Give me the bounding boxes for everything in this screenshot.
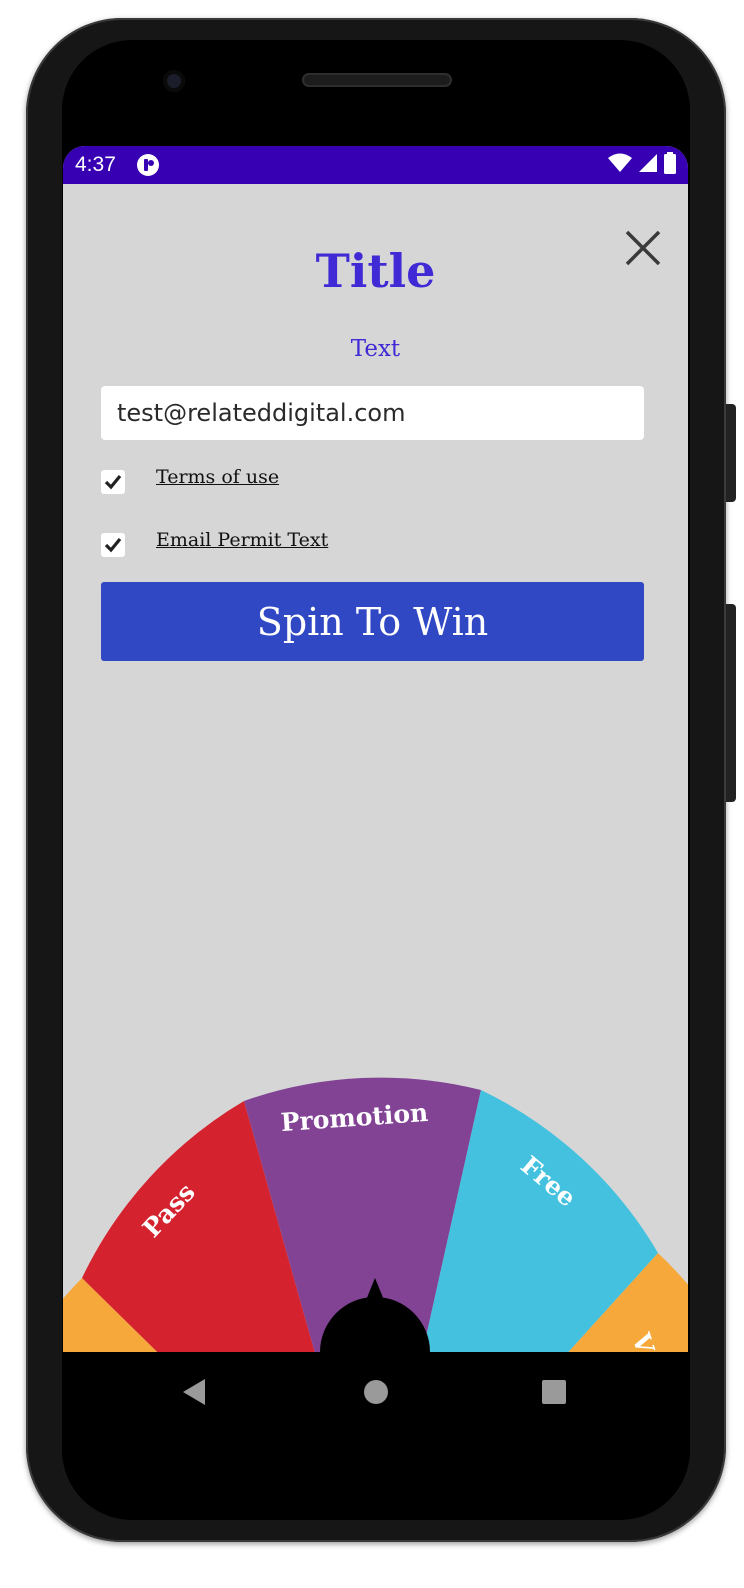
email-permit-link[interactable]: Email Permit Text (156, 529, 328, 551)
terms-of-use-link[interactable]: Terms of use (156, 466, 279, 488)
status-time: 4:37 (75, 153, 116, 176)
app-screen: 4:37 Title Text test@relateddigital.com … (63, 146, 688, 1352)
terms-checkbox[interactable] (101, 470, 125, 494)
notification-app-icon (137, 154, 159, 176)
battery-icon (664, 152, 676, 178)
status-bar: 4:37 (63, 146, 688, 184)
recents-square-icon[interactable] (542, 1380, 566, 1404)
back-triangle-icon[interactable] (181, 1378, 207, 1406)
cellular-signal-icon (638, 153, 658, 177)
checkmark-icon (104, 474, 122, 490)
earpiece-speaker (302, 73, 452, 87)
spin-to-win-button[interactable]: Spin To Win (101, 582, 644, 661)
email-input[interactable] (101, 386, 644, 440)
popup-title: Title (315, 244, 436, 298)
prize-wheel[interactable]: Pass Promotion Free V (63, 1046, 688, 1352)
checkmark-icon (104, 537, 122, 553)
front-camera (163, 70, 185, 92)
home-circle-icon[interactable] (363, 1379, 389, 1405)
terms-row: Terms of use (101, 466, 661, 496)
system-navigation-bar (63, 1352, 688, 1432)
status-icons (608, 152, 676, 178)
power-button (726, 404, 736, 502)
volume-button (726, 604, 736, 802)
email-permit-row: Email Permit Text (101, 529, 661, 559)
email-permit-checkbox[interactable] (101, 533, 125, 557)
popup-text: Text (350, 336, 401, 362)
wifi-icon (608, 153, 632, 177)
